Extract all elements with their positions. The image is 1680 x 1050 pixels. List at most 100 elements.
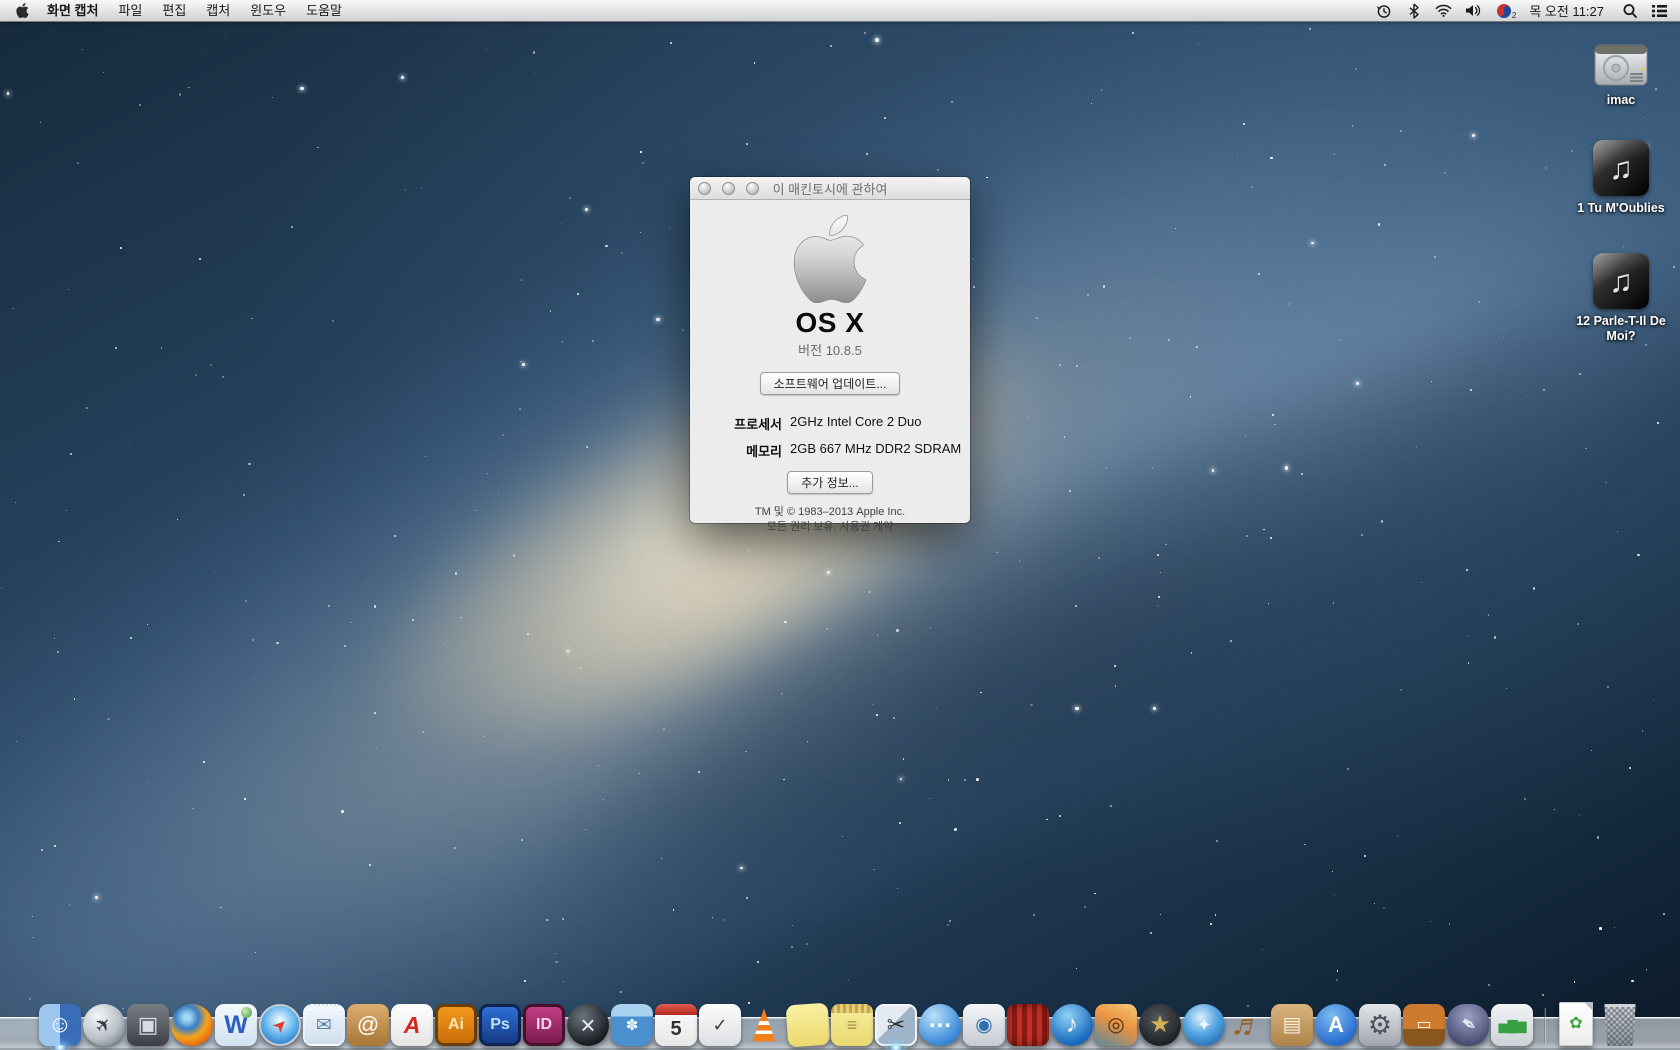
stickies-icon[interactable]: [786, 1003, 831, 1048]
spec-list: 프로세서 2GHz Intel Core 2 Duo 메모리 2GB 667 M…: [690, 406, 970, 468]
dock-item-mission-control[interactable]: ▣: [126, 1004, 170, 1046]
vlc-icon[interactable]: [743, 1004, 785, 1046]
dock-item-facetime[interactable]: ◉: [962, 1004, 1006, 1046]
spotlight-icon[interactable]: [1621, 2, 1638, 19]
indesign-icon[interactable]: ID: [523, 1004, 565, 1046]
dock-item-x-photo-viewer[interactable]: ×: [566, 1004, 610, 1046]
notes-glyph: ≡: [847, 1016, 858, 1034]
dock-item-keynote[interactable]: ▭: [1402, 1004, 1446, 1046]
dock-item-w-globe-app[interactable]: W: [214, 1004, 258, 1046]
dock-item-imovie[interactable]: ★: [1138, 1004, 1182, 1046]
dock-item-vlc[interactable]: [742, 1004, 786, 1046]
dock-item-mail[interactable]: ✉: [302, 1004, 346, 1046]
menu-item-4[interactable]: 도움말: [296, 3, 352, 18]
x-photo-viewer-icon[interactable]: ×: [567, 1004, 609, 1046]
dock-item-iweb[interactable]: ▤: [1270, 1004, 1314, 1046]
adobe-reader-icon[interactable]: A: [391, 1004, 433, 1046]
mission-control-icon[interactable]: ▣: [127, 1004, 169, 1046]
iweb-icon[interactable]: ▤: [1271, 1004, 1313, 1046]
dock-item-launchpad[interactable]: ✈: [82, 1004, 126, 1046]
dock-item-trash[interactable]: [1598, 1004, 1642, 1046]
launchpad-icon[interactable]: ✈: [83, 1004, 125, 1046]
dock-item-finder[interactable]: ☺: [38, 1004, 82, 1046]
dock-item-garageband[interactable]: ♬: [1226, 1004, 1270, 1046]
dock-item-idvd[interactable]: ✦: [1182, 1004, 1226, 1046]
minimize-button[interactable]: [722, 182, 735, 195]
iphoto-icon[interactable]: ◎: [1095, 1004, 1137, 1046]
volume-icon[interactable]: [1465, 2, 1482, 19]
safari-icon[interactable]: ➤: [259, 1004, 301, 1046]
dock-item-notes[interactable]: ≡: [830, 1004, 874, 1046]
numbers-icon[interactable]: ▅▇▆: [1491, 1004, 1533, 1046]
dock-item-contacts[interactable]: @: [346, 1004, 390, 1046]
dock-item-itunes[interactable]: ♪: [1050, 1004, 1094, 1046]
finder-icon[interactable]: ☺: [39, 1004, 81, 1046]
pages-icon[interactable]: ✒: [1447, 1004, 1489, 1046]
dock-item-indesign[interactable]: ID: [522, 1004, 566, 1046]
software-update-button[interactable]: 소프트웨어 업데이트...: [760, 372, 901, 395]
menu-item-3[interactable]: 윈도우: [240, 3, 296, 18]
document-stack-icon[interactable]: ✿: [1559, 1002, 1593, 1046]
messages-icon[interactable]: …: [919, 1004, 961, 1046]
iphoto-glyph: ◎: [1107, 1015, 1124, 1035]
menu-item-0[interactable]: 파일: [108, 3, 152, 18]
dock-item-grab-screen-capture[interactable]: ✂: [874, 1004, 918, 1046]
system-preferences-icon[interactable]: ⚙: [1359, 1004, 1401, 1046]
notes-icon[interactable]: ≡: [831, 1004, 873, 1046]
illustrator-icon[interactable]: Ai: [435, 1004, 477, 1046]
dock-item-numbers[interactable]: ▅▇▆: [1490, 1004, 1534, 1046]
garageband-icon[interactable]: ♬: [1227, 1004, 1269, 1046]
dock-item-stickies[interactable]: [786, 1004, 830, 1046]
dock-item-photoshop[interactable]: Ps: [478, 1004, 522, 1046]
dock-item-app-store[interactable]: A: [1314, 1004, 1358, 1046]
korean-input-icon[interactable]: 2: [1495, 2, 1512, 19]
desktop-icon-audio-file-2[interactable]: ♫12 Parle-T-Il De Moi?: [1562, 251, 1680, 344]
desktop-icon-imac[interactable]: imac: [1562, 30, 1680, 108]
dock-item-illustrator[interactable]: Ai: [434, 1004, 478, 1046]
menu-item-1[interactable]: 편집: [152, 3, 196, 18]
desktop-icon-audio-file-1[interactable]: ♫1 Tu M'Oublies: [1562, 138, 1680, 216]
dock-item-messages[interactable]: …: [918, 1004, 962, 1046]
blue-bag-app-icon[interactable]: ✽: [611, 1004, 653, 1046]
itunes-icon[interactable]: ♪: [1051, 1004, 1093, 1046]
menu-item-2[interactable]: 캡처: [196, 3, 240, 18]
imovie-icon[interactable]: ★: [1139, 1004, 1181, 1046]
apple-menu[interactable]: [12, 3, 37, 18]
dock-item-pages[interactable]: ✒: [1446, 1004, 1490, 1046]
mail-icon[interactable]: ✉: [303, 1004, 345, 1046]
calendar-icon[interactable]: 5: [655, 1004, 697, 1046]
photo-booth-icon[interactable]: [1007, 1004, 1049, 1046]
bluetooth-icon[interactable]: [1405, 2, 1422, 19]
wifi-icon[interactable]: [1435, 2, 1452, 19]
dock-item-calendar[interactable]: 5: [654, 1004, 698, 1046]
window-titlebar[interactable]: 이 매킨토시에 관하여: [690, 177, 970, 200]
dock-item-document-stack[interactable]: ✿: [1554, 1002, 1598, 1046]
dock-item-system-preferences[interactable]: ⚙: [1358, 1004, 1402, 1046]
vlc-glyph: [749, 1008, 779, 1042]
photoshop-icon[interactable]: Ps: [479, 1004, 521, 1046]
trash-icon[interactable]: [1603, 1004, 1637, 1046]
dock-item-adobe-reader[interactable]: A: [390, 1004, 434, 1046]
firefox-icon[interactable]: [171, 1004, 213, 1046]
dock-item-firefox[interactable]: [170, 1004, 214, 1046]
time-machine-icon[interactable]: [1375, 2, 1392, 19]
menu-bar-clock[interactable]: 목 오전 11:27: [1525, 1, 1608, 20]
menu-app-name[interactable]: 화면 캡처: [37, 0, 108, 22]
keynote-icon[interactable]: ▭: [1403, 1004, 1445, 1046]
more-info-button[interactable]: 추가 정보...: [787, 471, 873, 494]
close-button[interactable]: [698, 182, 711, 195]
grab-screen-capture-icon[interactable]: ✂: [875, 1004, 917, 1046]
dock-item-iphoto[interactable]: ◎: [1094, 1004, 1138, 1046]
dock-item-blue-bag-app[interactable]: ✽: [610, 1004, 654, 1046]
notification-center-icon[interactable]: [1651, 2, 1668, 19]
dock-item-reminders[interactable]: ✓: [698, 1004, 742, 1046]
zoom-button[interactable]: [746, 182, 759, 195]
dock-item-safari[interactable]: ➤: [258, 1004, 302, 1046]
facetime-icon[interactable]: ◉: [963, 1004, 1005, 1046]
dock-item-photo-booth[interactable]: [1006, 1004, 1050, 1046]
contacts-icon[interactable]: @: [347, 1004, 389, 1046]
w-globe-app-icon[interactable]: W: [215, 1004, 257, 1046]
reminders-icon[interactable]: ✓: [699, 1004, 741, 1046]
idvd-icon[interactable]: ✦: [1183, 1004, 1225, 1046]
app-store-icon[interactable]: A: [1315, 1004, 1357, 1046]
